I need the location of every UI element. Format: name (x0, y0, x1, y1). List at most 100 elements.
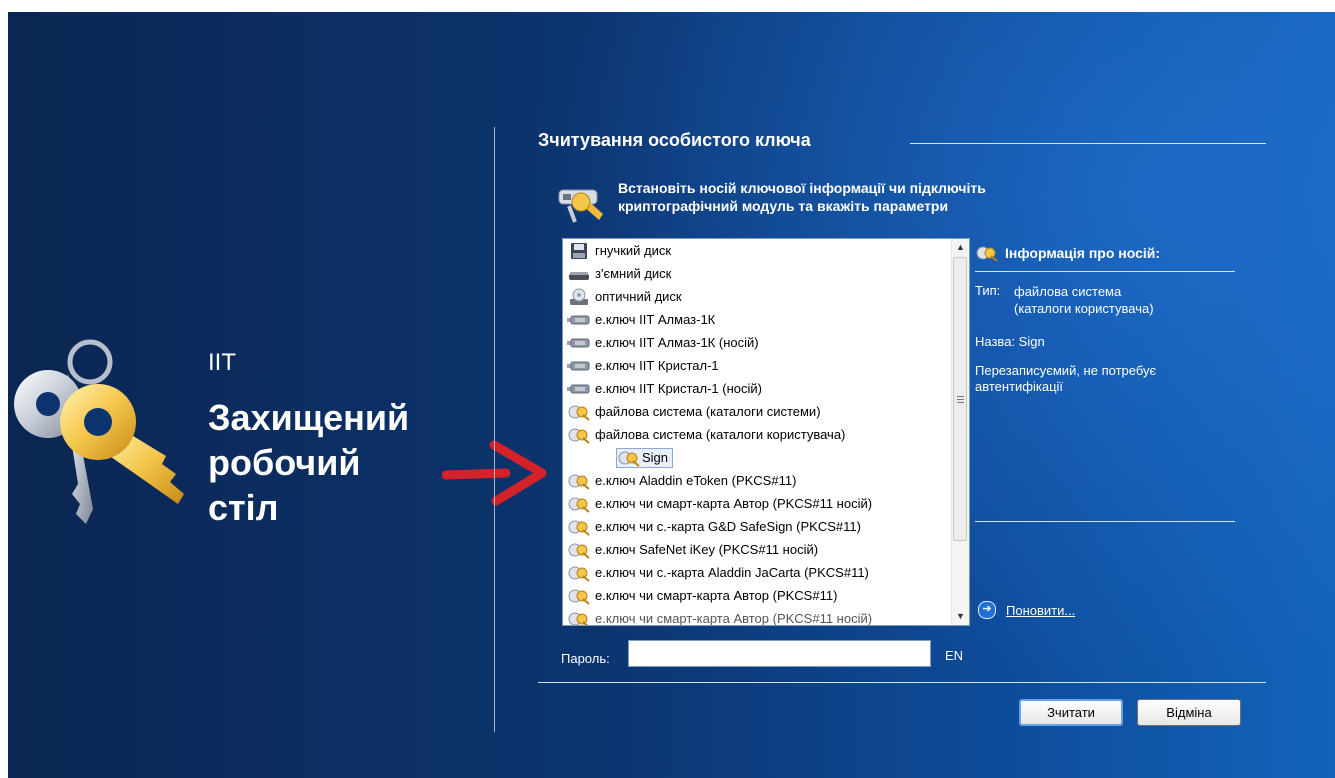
list-item-label: оптичний диск (595, 289, 682, 304)
refresh-link[interactable]: ➔ Поновити... (978, 601, 1075, 619)
list-item-content: з'ємний диск (567, 265, 671, 283)
thumb-grip (957, 402, 964, 403)
info-description-line-2: автентифікації (975, 379, 1064, 394)
list-item-label: Sign (642, 450, 669, 465)
cancel-button[interactable]: Відміна (1137, 699, 1241, 726)
vertical-divider (494, 127, 495, 732)
list-item[interactable]: е.ключ Aladdin eToken (PKCS#11) (563, 469, 951, 492)
info-type-value: файлова система (каталоги користувача) (1014, 283, 1154, 317)
list-item-label: е.ключ ІІТ Кристал-1 (595, 358, 719, 373)
list-item[interactable]: е.ключ ІІТ Кристал-1 (носій) (563, 377, 951, 400)
title-divider (910, 143, 1266, 144)
instruction-line-2: криптографічний модуль та вкажіть параме… (618, 198, 949, 214)
list-item-content: е.ключ чи смарт-карта Автор (PKCS#11 нос… (567, 495, 872, 513)
list-item[interactable]: е.ключ чи с.-карта Aladdin JaCarta (PKCS… (563, 561, 951, 584)
info-divider-top (975, 271, 1235, 272)
instruction-text: Встановіть носій ключової інформації чи … (618, 179, 1118, 215)
key-tag-icon (568, 474, 590, 490)
list-item-content: е.ключ чи смарт-карта Автор (PKCS#11) (567, 587, 837, 605)
instruction-line-1: Встановіть носій ключової інформації чи … (618, 180, 986, 196)
info-type-value-line-2: (каталоги користувача) (1014, 301, 1154, 316)
list-item-label: е.ключ чи смарт-карта Автор (PKCS#11 нос… (595, 496, 873, 511)
list-item-content: е.ключ Aladdin eToken (PKCS#11) (567, 472, 796, 490)
key-tag-icon (568, 566, 590, 582)
list-item[interactable]: е.ключ ІІТ Кристал-1 (563, 354, 951, 377)
list-scrollbar[interactable]: ▲ ▼ (951, 239, 969, 625)
list-item-content: е.ключ чи с.-карта G&D SafeSign (PKCS#11… (567, 518, 861, 536)
bottom-divider (538, 682, 1266, 683)
removable-drive-icon (569, 271, 589, 280)
list-item-content: файлова система (каталоги користувача) (567, 426, 845, 444)
list-item-content: гнучкий диск (567, 242, 671, 260)
keys-icon (14, 339, 184, 524)
info-type-label: Тип: (975, 283, 1001, 298)
floppy-drive-icon (571, 242, 587, 259)
list-item-label: е.ключ чи с.-карта G&D SafeSign (PKCS#11… (595, 519, 861, 534)
info-heading-text: Інформація про носій: (1005, 245, 1161, 261)
keyboard-layout-indicator: EN (945, 648, 964, 663)
list-item-content: е.ключ чи с.-карта Aladdin JaCarta (PKCS… (567, 564, 869, 582)
key-tag-icon (976, 246, 998, 262)
list-item-label: е.ключ SafeNet iKey (PKCS#11 носій) (595, 542, 819, 557)
list-item-label: е.ключ ІІТ Алмаз-1К (носій) (595, 335, 759, 350)
key-tag-icon (568, 543, 590, 559)
info-description-line-1: Перезаписуємий, не потребує (975, 363, 1157, 378)
brand-name-line-1: Захищений (208, 397, 410, 438)
brand-prefix: ІІТ (208, 349, 236, 376)
refresh-arrow-icon: ➔ (978, 601, 996, 619)
list-item[interactable]: файлова система (каталоги користувача) (563, 423, 951, 446)
read-button[interactable]: Зчитати (1019, 699, 1123, 726)
list-item-label: файлова система (каталоги системи) (595, 404, 821, 419)
key-tag-icon (568, 405, 590, 421)
list-item-content: е.ключ ІІТ Кристал-1 (567, 357, 719, 375)
list-item-label: гнучкий диск (595, 243, 672, 258)
password-label: Пароль: (561, 651, 610, 666)
list-item[interactable]: е.ключ чи смарт-карта Автор (PKCS#11 нос… (563, 607, 951, 625)
list-item-label: е.ключ Aladdin eToken (PKCS#11) (595, 473, 797, 488)
list-item[interactable]: е.ключ ІІТ Алмаз-1К (носій) (563, 331, 951, 354)
list-item-content: е.ключ чи смарт-карта Автор (PKCS#11 нос… (567, 610, 872, 625)
key-tag-icon (618, 451, 640, 467)
usb-key-icon (567, 315, 590, 324)
list-item[interactable]: е.ключ ІІТ Алмаз-1К (563, 308, 951, 331)
list-item[interactable]: е.ключ чи смарт-карта Автор (PKCS#11) (563, 584, 951, 607)
usb-key-icon (567, 384, 590, 393)
list-item-content: оптичний диск (567, 288, 682, 306)
list-item[interactable]: файлова система (каталоги системи) (563, 400, 951, 423)
refresh-link-text[interactable]: Поновити... (1006, 603, 1075, 618)
scroll-down-button[interactable]: ▼ (952, 608, 969, 625)
list-item[interactable]: гнучкий диск (563, 239, 951, 262)
list-item-selected[interactable]: Sign (563, 446, 951, 469)
info-description: Перезаписуємий, не потребує автентифікац… (975, 363, 1156, 395)
thumb-grip (957, 396, 964, 397)
password-input[interactable] (628, 640, 931, 667)
key-tag-icon (568, 589, 590, 605)
key-tag-icon (568, 428, 590, 444)
info-name-value: Sign (1018, 334, 1045, 349)
list-item[interactable]: е.ключ SafeNet iKey (PKCS#11 носій) (563, 538, 951, 561)
list-item-content: е.ключ SafeNet iKey (PKCS#11 носій) (567, 541, 818, 559)
scroll-thumb[interactable] (953, 257, 967, 541)
list-item[interactable]: е.ключ чи смарт-карта Автор (PKCS#11 нос… (563, 492, 951, 515)
list-item-label: з'ємний диск (595, 266, 672, 281)
list-item-content: Sign (616, 447, 674, 468)
list-item-content: е.ключ ІІТ Кристал-1 (носій) (567, 380, 762, 398)
list-item[interactable]: е.ключ чи с.-карта G&D SafeSign (PKCS#11… (563, 515, 951, 538)
list-item-content: е.ключ ІІТ Алмаз-1К (носій) (567, 334, 759, 352)
key-tag-icon (568, 497, 590, 513)
dialog-title: Зчитування особистого ключа (538, 130, 811, 150)
list-item[interactable]: з'ємний диск (563, 262, 951, 285)
media-listbox[interactable]: гнучкий диск з'ємний диск оптичний диск е.к… (562, 238, 970, 626)
info-name-row: Назва: Sign (975, 334, 1045, 349)
list-item-content: файлова система (каталоги системи) (567, 403, 821, 421)
list-item-label: е.ключ чи с.-карта Aladdin JaCarta (PKCS… (595, 565, 869, 580)
usb-key-icon (567, 361, 590, 370)
info-name-label: Назва: (975, 334, 1016, 349)
list-item-label: е.ключ ІІТ Кристал-1 (носій) (595, 381, 762, 396)
list-item-label: файлова система (каталоги користувача) (595, 427, 846, 442)
scroll-up-button[interactable]: ▲ (952, 239, 969, 256)
key-tag-icon (568, 520, 590, 536)
desktop-background: ІІТ Захищений робочий стіл Зчитування ос… (8, 12, 1335, 778)
list-item[interactable]: оптичний диск (563, 285, 951, 308)
list-item-label: е.ключ чи смарт-карта Автор (PKCS#11) (595, 588, 838, 603)
